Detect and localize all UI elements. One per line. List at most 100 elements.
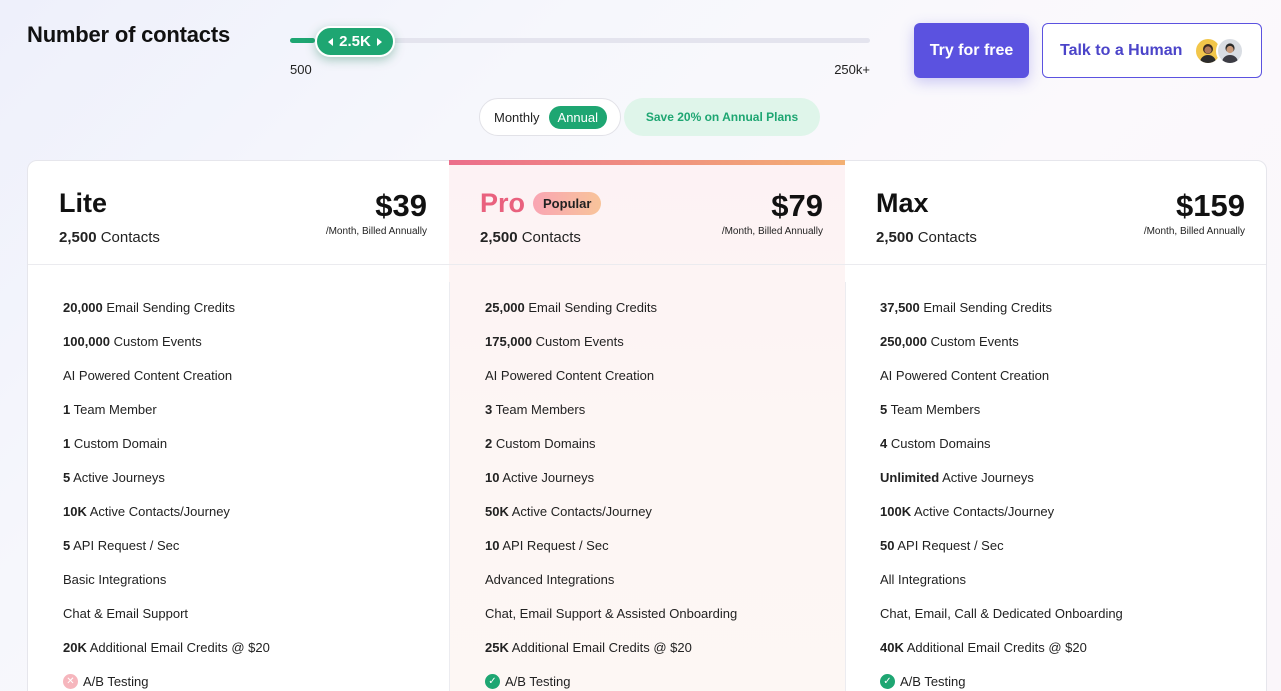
feature-item: AI Powered Content Creation — [63, 358, 270, 392]
feature-text: AI Powered Content Creation — [880, 368, 1049, 383]
chevron-right-icon — [376, 37, 382, 46]
plan-contacts: 2,500 Contacts — [59, 229, 160, 246]
feature-label: AI Powered Content Creation — [880, 367, 1050, 383]
feature-label: Active Contacts/Journey — [911, 503, 1055, 519]
feature-text: AI Powered Content Creation — [485, 368, 654, 383]
feature-item: ✓ A/B Testing — [485, 664, 737, 691]
feature-quantity: 50K — [485, 503, 509, 519]
contacts-slider[interactable]: 2.5K 500 250k+ — [290, 26, 870, 77]
feature-quantity: 10 — [485, 537, 500, 553]
header-divider — [28, 264, 1266, 265]
feature-text: 5 Team Members — [880, 402, 980, 417]
feature-label: Advanced Integrations — [485, 571, 615, 587]
billing-monthly-option[interactable]: Monthly — [494, 110, 540, 125]
contacts-count: 2,500 — [480, 229, 518, 246]
feature-label: Email Sending Credits — [524, 299, 657, 315]
popular-badge: Popular — [533, 192, 602, 215]
feature-text: Chat, Email Support & Assisted Onboardin… — [485, 606, 737, 621]
plan-header-max: Max 2,500 Contacts — [876, 188, 977, 246]
feature-label: Email Sending Credits — [919, 299, 1052, 315]
feature-label: A/B Testing — [900, 673, 966, 689]
column-divider — [845, 282, 846, 691]
feature-label: Chat, Email Support & Assisted Onboardin… — [485, 605, 738, 621]
contacts-word: Contacts — [100, 229, 160, 246]
feature-item: 1 Team Member — [63, 392, 270, 426]
plan-header-pro: Pro Popular 2,500 Contacts — [480, 188, 602, 246]
feature-list: 37,500 Email Sending Credits 250,000 Cust… — [880, 290, 1123, 691]
feature-item: ✕ A/B Testing — [63, 664, 270, 691]
feature-item: All Integrations — [880, 562, 1123, 596]
feature-label: Basic Integrations — [63, 571, 167, 587]
feature-text: Advanced Integrations — [485, 572, 614, 587]
feature-text: A/B Testing — [505, 674, 571, 689]
feature-item: 2 Custom Domains — [485, 426, 737, 460]
feature-label: Additional Email Credits @ $20 — [508, 639, 692, 655]
feature-label: A/B Testing — [505, 673, 571, 689]
feature-quantity: 10K — [63, 503, 87, 519]
feature-item: Chat, Email Support & Assisted Onboardin… — [485, 596, 737, 630]
billing-toggle[interactable]: Monthly Annual — [479, 98, 621, 136]
feature-list: 20,000 Email Sending Credits 100,000 Cust… — [63, 290, 270, 691]
plan-name: Pro Popular — [480, 188, 602, 219]
feature-item: Advanced Integrations — [485, 562, 737, 596]
avatar — [1216, 36, 1245, 65]
feature-item: Basic Integrations — [63, 562, 270, 596]
feature-quantity: 37,500 — [880, 299, 920, 315]
feature-quantity: 20K — [63, 639, 87, 655]
feature-text: 25,000 Email Sending Credits — [485, 300, 657, 315]
contacts-word: Contacts — [521, 229, 581, 246]
feature-label: Active Contacts/Journey — [86, 503, 230, 519]
feature-quantity: 10 — [485, 469, 500, 485]
feature-text: Unlimited Active Journeys — [880, 470, 1034, 485]
feature-label: Additional Email Credits @ $20 — [86, 639, 270, 655]
feature-text: 10 API Request / Sec — [485, 538, 609, 553]
price-period: /Month, Billed Annually — [1143, 226, 1245, 237]
feature-text: 100K Active Contacts/Journey — [880, 504, 1054, 519]
cross-icon: ✕ — [63, 673, 78, 689]
talk-to-human-button[interactable]: Talk to a Human — [1042, 23, 1262, 78]
slider-min-label: 500 — [290, 62, 312, 77]
feature-label: A/B Testing — [83, 673, 149, 689]
plan-name-text: Lite — [59, 188, 108, 218]
feature-text: A/B Testing — [83, 674, 149, 689]
save-annual-badge: Save 20% on Annual Plans — [624, 98, 820, 136]
feature-text: 50K Active Contacts/Journey — [485, 504, 652, 519]
feature-item: Unlimited Active Journeys — [880, 460, 1123, 494]
feature-list: 25,000 Email Sending Credits 175,000 Cust… — [485, 290, 737, 691]
contacts-count: 2,500 — [59, 229, 97, 246]
price-value: $39 — [375, 188, 427, 223]
pro-accent-bar — [449, 160, 845, 165]
feature-item: AI Powered Content Creation — [880, 358, 1123, 392]
slider-thumb[interactable]: 2.5K — [315, 26, 395, 57]
page-title: Number of contacts — [27, 22, 230, 47]
feature-item: 3 Team Members — [485, 392, 737, 426]
feature-label: Custom Events — [927, 333, 1019, 349]
feature-item: 10 Active Journeys — [485, 460, 737, 494]
feature-text: 1 Team Member — [63, 402, 157, 417]
feature-quantity: 250,000 — [880, 333, 927, 349]
feature-item: 100,000 Custom Events — [63, 324, 270, 358]
try-for-free-button[interactable]: Try for free — [914, 23, 1029, 78]
feature-text: 3 Team Members — [485, 402, 585, 417]
feature-label: Active Contacts/Journey — [508, 503, 652, 519]
feature-text: A/B Testing — [900, 674, 966, 689]
column-divider — [449, 282, 450, 691]
plan-name-text: Pro — [480, 188, 526, 218]
feature-label: Chat, Email, Call & Dedicated Onboarding — [880, 605, 1123, 621]
feature-item: 5 API Request / Sec — [63, 528, 270, 562]
feature-label: Team Member — [70, 401, 157, 417]
feature-label: Active Journeys — [499, 469, 595, 485]
check-icon: ✓ — [880, 673, 895, 689]
feature-label: Team Members — [887, 401, 981, 417]
feature-text: 5 Active Journeys — [63, 470, 165, 485]
feature-item: ✓ A/B Testing — [880, 664, 1123, 691]
feature-item: 20K Additional Email Credits @ $20 — [63, 630, 270, 664]
feature-item: 250,000 Custom Events — [880, 324, 1123, 358]
feature-text: All Integrations — [880, 572, 966, 587]
feature-item: 175,000 Custom Events — [485, 324, 737, 358]
feature-text: Chat, Email, Call & Dedicated Onboarding — [880, 606, 1123, 621]
feature-item: 5 Active Journeys — [63, 460, 270, 494]
feature-text: 37,500 Email Sending Credits — [880, 300, 1052, 315]
billing-annual-option[interactable]: Annual — [548, 105, 608, 129]
plan-price-lite: $39 /Month, Billed Annually — [326, 188, 427, 237]
